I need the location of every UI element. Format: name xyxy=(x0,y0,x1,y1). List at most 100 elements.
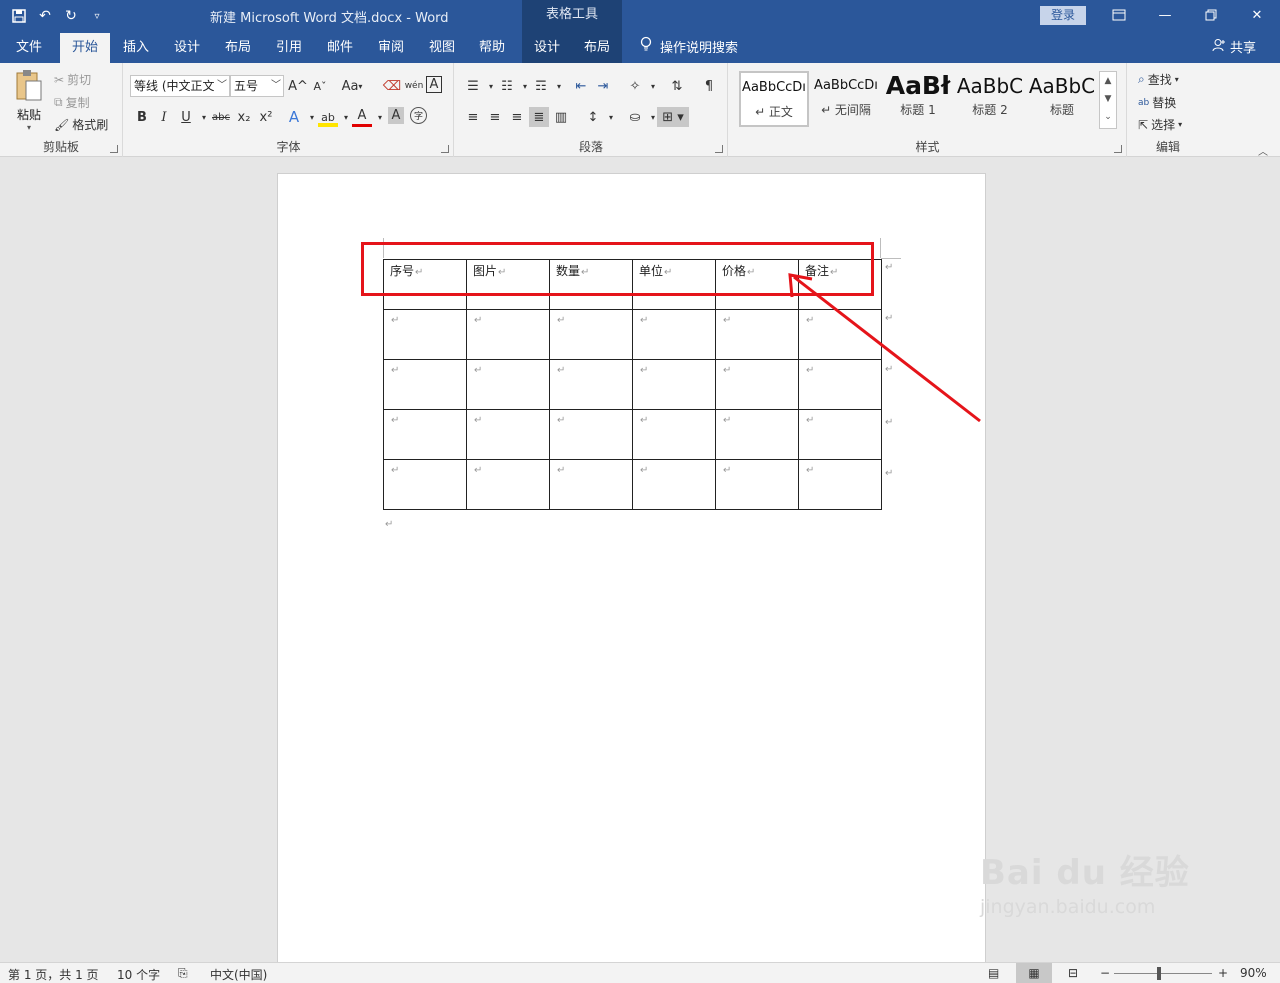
show-formatting-icon[interactable]: ¶ xyxy=(699,76,719,96)
bold-icon[interactable]: B xyxy=(132,107,152,127)
underline-icon[interactable]: U xyxy=(176,107,196,127)
char-border-icon[interactable]: A xyxy=(426,76,442,93)
table-cell[interactable]: ↵ xyxy=(466,459,550,510)
save-icon[interactable] xyxy=(8,4,30,28)
tab-home[interactable]: 开始 xyxy=(60,33,110,63)
word-count[interactable]: 10 个字 xyxy=(117,966,160,983)
tab-layout[interactable]: 布局 xyxy=(216,33,260,63)
tab-design[interactable]: 设计 xyxy=(165,33,209,63)
undo-icon[interactable]: ↶ xyxy=(34,4,56,28)
enclose-char-icon[interactable]: 字 xyxy=(410,107,427,124)
asian-layout-dropdown-icon[interactable]: ▾ xyxy=(643,76,663,96)
tab-help[interactable]: 帮助 xyxy=(470,33,514,63)
print-layout-icon[interactable]: ▦ xyxy=(1016,963,1052,983)
copy-button[interactable]: ⧉ 复制 xyxy=(54,94,90,111)
table-cell[interactable]: ↵ xyxy=(466,359,550,410)
grow-font-icon[interactable]: A^ xyxy=(288,76,308,96)
line-spacing-icon[interactable]: ↕ xyxy=(583,107,603,127)
ribbon-display-icon[interactable] xyxy=(1104,4,1134,26)
font-size-combo[interactable]: 五号 ﹀ xyxy=(230,75,284,97)
distributed-icon[interactable]: ▥ xyxy=(551,107,571,127)
table-cell[interactable]: ↵ xyxy=(549,459,633,510)
borders-icon[interactable]: ⊞ ▾ xyxy=(657,107,689,127)
redo-icon[interactable]: ↻ xyxy=(60,4,82,28)
shading-bucket-icon[interactable]: ⛀ xyxy=(625,107,645,127)
style-heading-2[interactable]: AaBbC 标题 2 xyxy=(955,71,1025,127)
style-heading-1[interactable]: AaBł 标题 1 xyxy=(883,71,953,127)
char-shading-icon[interactable]: A xyxy=(388,107,404,124)
clear-format-icon[interactable]: ⌫ xyxy=(382,76,402,96)
shrink-font-icon[interactable]: Aˇ xyxy=(310,76,330,96)
close-icon[interactable]: ✕ xyxy=(1242,4,1272,26)
line-spacing-dropdown-icon[interactable]: ▾ xyxy=(601,107,621,127)
table-cell[interactable]: ↵ xyxy=(715,459,799,510)
paste-dropdown-icon[interactable]: ▾ xyxy=(10,123,48,132)
highlight-icon[interactable]: ab xyxy=(318,107,338,127)
web-layout-icon[interactable]: ⊟ xyxy=(1068,966,1078,980)
tab-view[interactable]: 视图 xyxy=(420,33,464,63)
replace-button[interactable]: ab 替换 xyxy=(1138,94,1176,111)
asian-layout-icon[interactable]: ✧ xyxy=(625,76,645,96)
increase-indent-icon[interactable]: ⇥ xyxy=(593,76,613,96)
read-mode-icon[interactable]: ▤ xyxy=(988,966,999,980)
superscript-icon[interactable]: x² xyxy=(256,107,276,127)
text-effects-icon[interactable]: A xyxy=(284,107,304,127)
chevron-down-icon[interactable]: ▼ xyxy=(1100,90,1116,108)
language[interactable]: 中文(中国) xyxy=(210,966,267,983)
share-button[interactable]: 共享 xyxy=(1212,33,1256,63)
proofing-icon[interactable]: ⎘ xyxy=(178,966,188,981)
align-right-icon[interactable]: ≡ xyxy=(507,107,527,127)
style-title[interactable]: AaBbC 标题 xyxy=(1027,71,1097,127)
table-cell[interactable]: ↵ xyxy=(549,409,633,460)
collapse-ribbon-icon[interactable]: ︿ xyxy=(1258,143,1268,158)
tab-review[interactable]: 审阅 xyxy=(369,33,413,63)
table-cell[interactable]: ↵ xyxy=(383,309,467,360)
zoom-level[interactable]: 90% xyxy=(1240,966,1267,980)
table-cell[interactable]: ↵ xyxy=(632,409,716,460)
align-center-icon[interactable]: ≡ xyxy=(485,107,505,127)
styles-gallery-scroll[interactable]: ▲ ▼ ⌄ xyxy=(1099,71,1117,129)
tab-insert[interactable]: 插入 xyxy=(114,33,158,63)
styles-launcher-icon[interactable] xyxy=(1114,145,1122,153)
table-cell[interactable]: ↵ xyxy=(466,309,550,360)
table-cell[interactable]: ↵ xyxy=(632,309,716,360)
format-painter-button[interactable]: 🖌 格式刷 xyxy=(54,116,108,133)
numbering-icon[interactable]: ☷ xyxy=(497,76,517,96)
table-cell[interactable]: ↵ xyxy=(632,459,716,510)
select-button[interactable]: ⇱ 选择 ▾ xyxy=(1138,116,1182,133)
tab-references[interactable]: 引用 xyxy=(267,33,311,63)
font-color-dropdown-icon[interactable]: ▾ xyxy=(370,107,390,127)
tab-table-layout[interactable]: 布局 xyxy=(572,33,622,63)
table-cell[interactable]: ↵ xyxy=(549,359,633,410)
justify-icon[interactable]: ≣ xyxy=(529,107,549,127)
table-cell[interactable]: ↵ xyxy=(632,359,716,410)
font-launcher-icon[interactable] xyxy=(441,145,449,153)
minimize-icon[interactable]: — xyxy=(1150,4,1180,26)
sort-icon[interactable]: ⇅ xyxy=(667,76,687,96)
style-no-spacing[interactable]: AaBbCcDı ↵ 无间隔 xyxy=(811,71,881,127)
strikethrough-icon[interactable]: abc xyxy=(210,107,232,127)
login-button[interactable]: 登录 xyxy=(1040,6,1086,25)
phonetic-guide-icon[interactable]: wén xyxy=(404,76,424,96)
zoom-slider[interactable] xyxy=(1114,973,1212,974)
paste-button[interactable]: 粘贴 ▾ xyxy=(10,69,48,132)
align-left-icon[interactable]: ≡ xyxy=(463,107,483,127)
zoom-slider-thumb[interactable] xyxy=(1157,967,1161,980)
tell-me-search[interactable]: 操作说明搜索 xyxy=(640,33,738,63)
table-cell[interactable]: ↵ xyxy=(466,409,550,460)
italic-icon[interactable]: I xyxy=(154,107,174,127)
change-case-icon[interactable]: Aa ▾ xyxy=(338,76,366,96)
restore-icon[interactable] xyxy=(1196,4,1226,26)
clipboard-launcher-icon[interactable] xyxy=(110,145,118,153)
find-button[interactable]: ⌕ 查找 ▾ xyxy=(1138,71,1179,88)
bullets-icon[interactable]: ☰ xyxy=(463,76,483,96)
tab-table-design[interactable]: 设计 xyxy=(522,33,572,63)
style-normal[interactable]: AaBbCcDı ↵ 正文 xyxy=(739,71,809,127)
tab-file[interactable]: 文件 xyxy=(6,33,52,63)
font-color-icon[interactable]: A xyxy=(352,107,372,127)
table-cell[interactable]: ↵ xyxy=(798,459,882,510)
multilevel-list-icon[interactable]: ☶ xyxy=(531,76,551,96)
table-cell[interactable]: ↵ xyxy=(549,309,633,360)
table-cell[interactable]: ↵ xyxy=(383,409,467,460)
decrease-indent-icon[interactable]: ⇤ xyxy=(571,76,591,96)
